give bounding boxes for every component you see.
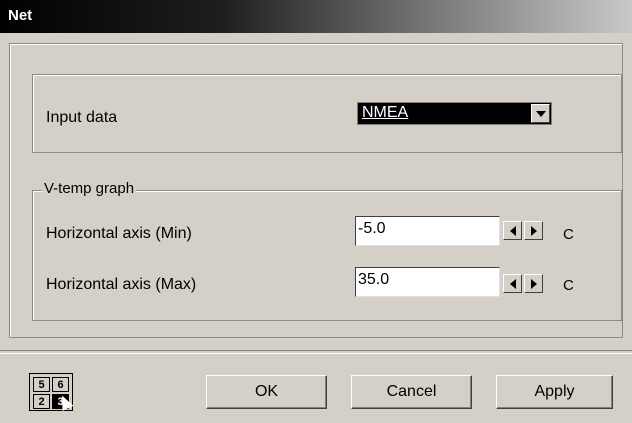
min-unit-label: C [563, 226, 574, 243]
apply-button[interactable]: Apply [496, 375, 613, 409]
horizontal-axis-min-label: Horizontal axis (Min) [46, 225, 192, 242]
page-cell[interactable]: 5 [33, 377, 50, 392]
separator [0, 350, 632, 354]
input-data-dropdown[interactable]: NMEA [357, 102, 552, 125]
vtemp-graph-legend: V-temp graph [42, 180, 137, 197]
page-cell[interactable]: 2 [33, 394, 50, 409]
page-cell[interactable]: 6 [52, 377, 69, 392]
horizontal-axis-max-input[interactable]: 35.0 [355, 267, 500, 297]
arrow-left-icon [509, 278, 516, 289]
chevron-down-icon [535, 110, 546, 117]
arrow-left-icon [509, 225, 516, 236]
max-decrement-button[interactable] [503, 274, 522, 293]
vtemp-graph-group [32, 190, 622, 321]
max-increment-button[interactable] [524, 274, 543, 293]
arrow-right-icon [530, 278, 537, 289]
cancel-button[interactable]: Cancel [351, 375, 472, 409]
min-decrement-button[interactable] [503, 221, 522, 240]
ok-button[interactable]: OK [206, 375, 327, 409]
input-data-label: Input data [46, 109, 118, 126]
dropdown-arrow-button[interactable] [531, 104, 550, 123]
horizontal-axis-min-input[interactable]: -5.0 [355, 216, 500, 246]
window-title: Net [8, 7, 33, 24]
title-bar: Net [0, 0, 632, 33]
horizontal-axis-max-label: Horizontal axis (Max) [46, 276, 197, 293]
input-data-selected: NMEA [362, 104, 409, 121]
arrow-right-icon [530, 225, 537, 236]
max-unit-label: C [563, 277, 574, 294]
min-increment-button[interactable] [524, 221, 543, 240]
